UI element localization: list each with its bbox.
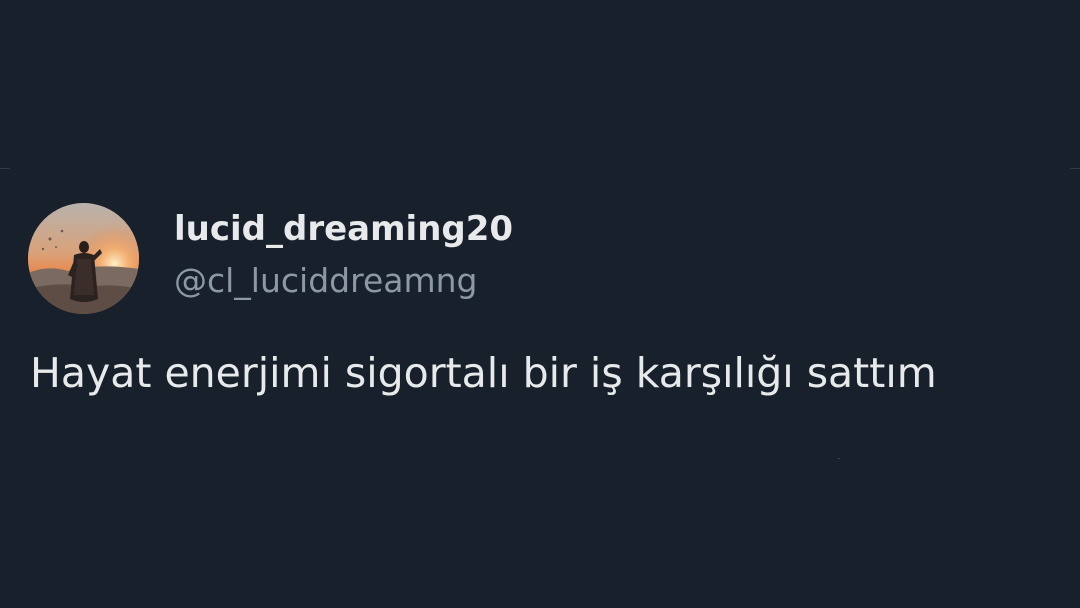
author-handle[interactable]: @cl_luciddreamng (174, 258, 477, 304)
tweet-card: lucid_dreaming20 @cl_luciddreamng Hayat … (0, 0, 1080, 608)
avatar[interactable] (28, 203, 139, 314)
tweet-text: Hayat enerjimi sigortalı bir iş karşılığ… (30, 349, 937, 397)
profile-photo-avatar-icon (28, 203, 139, 314)
decorative-speck (838, 458, 840, 459)
author-display-name[interactable]: lucid_dreaming20 (174, 206, 513, 252)
